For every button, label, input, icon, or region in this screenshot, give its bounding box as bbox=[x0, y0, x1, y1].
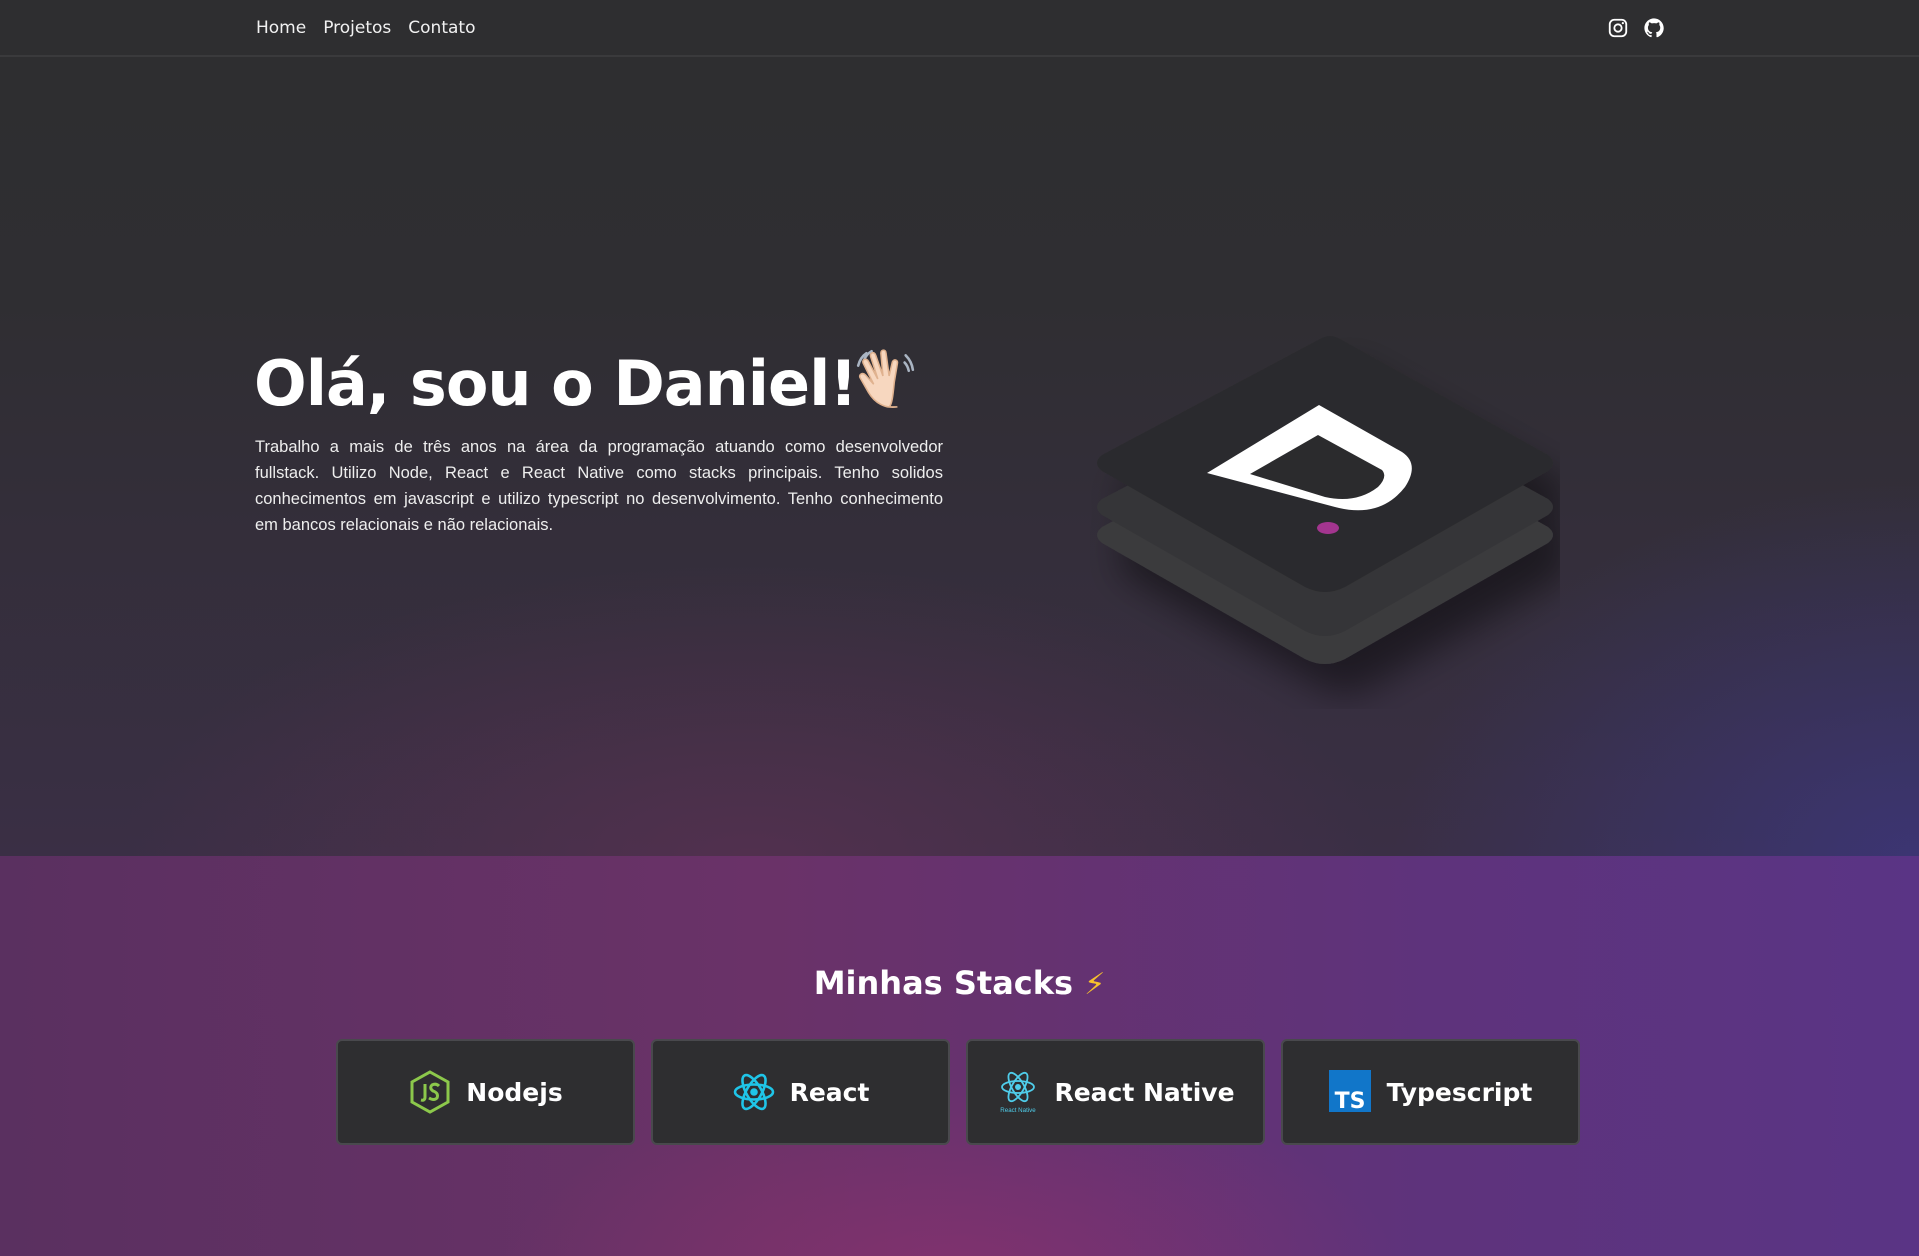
stack-label-nodejs: Nodejs bbox=[466, 1077, 563, 1107]
nav-links: Home Projetos Contato bbox=[256, 18, 475, 38]
lightning-icon: ⚡ bbox=[1084, 967, 1106, 1002]
stack-label-react-native: React Native bbox=[1054, 1077, 1235, 1107]
typescript-icon: TS bbox=[1328, 1070, 1373, 1114]
navbar: Home Projetos Contato bbox=[0, 0, 1919, 57]
stacks-section: Minhas Stacks ⚡ Nodejs React React Nativ… bbox=[0, 856, 1919, 1256]
stack-label-typescript: Typescript bbox=[1386, 1077, 1533, 1107]
react-native-icon: React Native bbox=[996, 1070, 1040, 1114]
github-icon[interactable] bbox=[1643, 17, 1665, 39]
stack-card-react[interactable]: React bbox=[651, 1039, 950, 1145]
stack-cards: Nodejs React React Native React Native T… bbox=[336, 1039, 1580, 1145]
hero-description: Trabalho a mais de três anos na área da … bbox=[255, 438, 943, 534]
waving-hand-icon bbox=[852, 345, 918, 411]
stack-card-nodejs[interactable]: Nodejs bbox=[336, 1039, 635, 1145]
react-native-icon-caption: React Native bbox=[1001, 1107, 1037, 1114]
social-icons bbox=[1607, 17, 1665, 39]
stacks-title: Minhas Stacks ⚡ bbox=[0, 964, 1919, 1002]
stack-card-typescript[interactable]: TS Typescript bbox=[1281, 1039, 1580, 1145]
nodejs-icon bbox=[408, 1070, 452, 1114]
hero-section: Olá, sou o Daniel! Trabalho a mais de tr… bbox=[0, 59, 1919, 856]
hero-title: Olá, sou o Daniel! bbox=[254, 347, 858, 420]
stack-card-react-native[interactable]: React Native React Native bbox=[966, 1039, 1265, 1145]
react-icon bbox=[732, 1070, 776, 1114]
nav-link-projetos[interactable]: Projetos bbox=[323, 18, 391, 38]
nav-link-home[interactable]: Home bbox=[256, 18, 306, 38]
stacks-title-text: Minhas Stacks bbox=[813, 964, 1074, 1002]
nav-link-contato[interactable]: Contato bbox=[408, 18, 475, 38]
d-logo-icon bbox=[1090, 329, 1560, 709]
stack-label-react: React bbox=[789, 1077, 870, 1107]
typescript-icon-caption: TS bbox=[1334, 1089, 1365, 1112]
instagram-icon[interactable] bbox=[1607, 17, 1629, 39]
